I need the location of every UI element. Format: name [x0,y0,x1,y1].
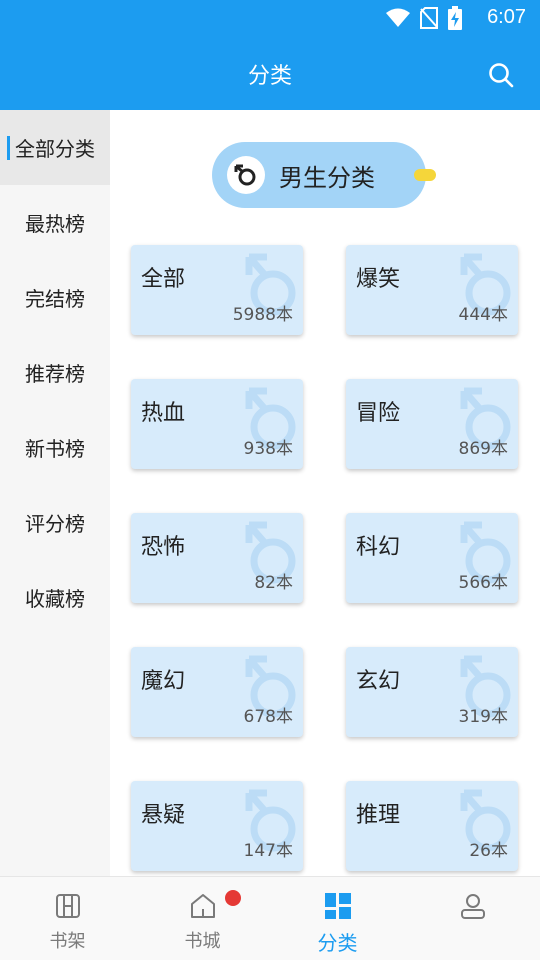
sidebar-item-label: 最热榜 [25,212,85,236]
sidebar-item-recommended[interactable]: 推荐榜 [0,335,110,410]
sidebar-item-completed[interactable]: 完结榜 [0,260,110,335]
category-grid-icon [324,893,351,919]
category-card[interactable]: 恐怖 82本 [131,513,303,603]
nav-label: 书城 [184,931,221,952]
category-name: 全部 [141,267,186,292]
sidebar-item-new-books[interactable]: 新书榜 [0,410,110,485]
category-name: 玄幻 [356,669,401,694]
category-count: 444本 [458,305,508,325]
category-card[interactable]: 冒险 869本 [346,379,518,469]
bookshelf-icon [55,894,80,918]
category-name: 科幻 [356,535,401,560]
category-count: 938本 [243,439,293,459]
nav-label: 书架 [49,931,86,952]
category-count: 869本 [458,439,508,459]
nav-tab-bookshelf[interactable]: 书架 [0,877,135,960]
page-title: 分类 [247,64,292,89]
sidebar-item-label: 收藏榜 [25,587,85,611]
search-icon [489,63,514,88]
category-card[interactable]: 悬疑 147本 [131,781,303,871]
nav-tab-category[interactable]: 分类 [270,877,405,960]
sidebar-item-all-categories[interactable]: 全部分类 [0,110,110,185]
wifi-icon [386,8,410,27]
sidebar-item-label: 推荐榜 [25,362,85,386]
category-count: 26本 [469,841,508,861]
category-card[interactable]: 魔幻 678本 [131,647,303,737]
category-count: 5988本 [232,305,293,325]
category-name: 热血 [141,401,186,426]
yellow-dot-indicator [414,169,436,181]
sidebar: 全部分类 最热榜 完结榜 推荐榜 新书榜 评分榜 收藏榜 [0,110,110,876]
category-count: 566本 [458,573,508,593]
battery-charging-icon [448,6,462,30]
category-panel: 男生分类 全部 5988本 爆笑 444本 热血 938本 冒险 869本 恐怖… [110,110,540,876]
category-count: 319本 [458,707,508,727]
status-time: 6:07 [487,6,526,28]
profile-icon [460,894,485,919]
male-symbol-icon [234,164,256,186]
search-button[interactable] [484,58,518,92]
category-card[interactable]: 科幻 566本 [346,513,518,603]
sidebar-item-label: 新书榜 [25,437,85,461]
category-count: 147本 [243,841,293,861]
status-icons [386,6,462,30]
gender-label: 男生分类 [279,163,375,192]
sidebar-item-label: 评分榜 [25,512,85,536]
sidebar-item-favorites[interactable]: 收藏榜 [0,560,110,635]
app-header: 分类 [0,38,540,110]
category-card[interactable]: 玄幻 319本 [346,647,518,737]
category-name: 悬疑 [141,803,186,828]
status-bar: 6:07 [0,0,540,38]
home-icon [190,894,215,918]
sidebar-item-label: 完结榜 [25,287,85,311]
no-sim-icon [420,7,438,29]
gender-toggle-button[interactable]: 男生分类 [212,142,426,208]
category-name: 魔幻 [141,669,186,694]
category-card[interactable]: 推理 26本 [346,781,518,871]
category-card[interactable]: 热血 938本 [131,379,303,469]
sidebar-item-label: 全部分类 [15,137,95,161]
notification-badge [225,890,241,906]
sidebar-item-hottest[interactable]: 最热榜 [0,185,110,260]
nav-tab-bookstore[interactable]: 书城 [135,877,270,960]
category-name: 恐怖 [141,535,186,560]
bottom-nav: 书架 书城 分类 [0,876,540,960]
nav-label: 分类 [317,931,358,955]
category-name: 爆笑 [356,267,401,292]
category-name: 推理 [356,803,401,828]
category-count: 678本 [243,707,293,727]
sidebar-item-rating[interactable]: 评分榜 [0,485,110,560]
category-count: 82本 [254,573,293,593]
category-card[interactable]: 爆笑 444本 [346,245,518,335]
male-icon-circle [227,156,265,194]
category-card[interactable]: 全部 5988本 [131,245,303,335]
nav-tab-profile[interactable] [405,877,540,960]
category-name: 冒险 [356,401,401,426]
